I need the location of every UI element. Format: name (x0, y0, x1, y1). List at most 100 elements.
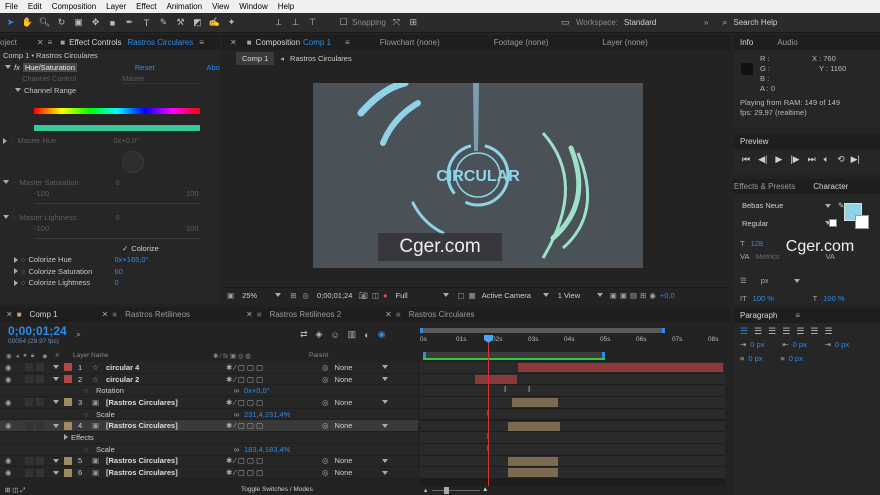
layer-tab[interactable]: Layer (none) (596, 38, 653, 47)
indent-left-value[interactable]: 0 px (750, 340, 782, 349)
link-icon[interactable]: ∞ (234, 445, 244, 454)
stopwatch-icon[interactable]: ◌ (10, 136, 14, 145)
effects-presets-tab[interactable]: Effects & Presets (734, 182, 801, 191)
first-frame-icon[interactable]: ⏮ (742, 154, 750, 165)
expand-icon[interactable] (64, 434, 68, 441)
timeline-zoom-slider[interactable] (432, 490, 480, 491)
footer-icons[interactable]: ⊞ ◫ ⤢ (5, 486, 25, 495)
stopwatch-icon[interactable]: ◌ (84, 445, 96, 454)
property-value[interactable]: 183,4,183,4% (244, 445, 290, 454)
resolution-select[interactable]: Full (396, 291, 440, 300)
lock-toggle[interactable] (36, 375, 44, 384)
parent-dropdown-icon[interactable] (381, 400, 388, 405)
space-before-value[interactable]: 0 px (748, 354, 780, 363)
stopwatch-icon[interactable]: ◌ (21, 278, 25, 287)
eye-icon[interactable]: ◉ (5, 363, 15, 372)
stroke-color-swatch[interactable] (855, 215, 869, 229)
font-family-select[interactable]: Bebas Neue (742, 201, 822, 210)
timeline-zoom-knob[interactable] (444, 487, 449, 494)
colorize-saturation-value[interactable]: 60 (114, 267, 122, 276)
expand-icon[interactable] (3, 180, 9, 185)
time-ruler[interactable]: 0s 01s 02s 03s 04s 05s 06s 07s 08s (420, 325, 725, 363)
dropdown-icon[interactable] (825, 203, 831, 208)
stopwatch-icon[interactable]: ◌ (21, 255, 25, 264)
eye-icon[interactable]: ◉ (5, 456, 15, 465)
stopwatch-icon[interactable]: ◌ (12, 213, 16, 222)
layer-switches[interactable]: ✱ ⁄ ▢ ▢ ▢ (226, 363, 322, 372)
layer-duration-bar[interactable] (508, 468, 558, 478)
master-lightness-value[interactable]: 0 (115, 213, 119, 222)
prev-frame-icon[interactable]: ◀| (758, 154, 767, 165)
layer-row[interactable]: ◉ 6 ▣ [Rastros Circulares] ✱ ⁄ ▢ ▢ ▢ ◎ None (0, 467, 418, 479)
view-layout-select[interactable]: 1 View (558, 291, 594, 300)
layer-row[interactable]: ◉ 2 ☆ circular 2 ✱ ⁄ ▢ ▢ ▢ ◎ None (0, 373, 418, 386)
menu-effect[interactable]: Effect (131, 2, 161, 11)
selection-tool-icon[interactable]: ➤ (4, 16, 17, 29)
layer-row[interactable]: ◉ 4 ▣ [Rastros Circulares] ✱ ⁄ ▢ ▢ ▢ ◎ None (0, 420, 418, 433)
expand-icon[interactable] (3, 137, 7, 144)
layer-name[interactable]: circular 4 (106, 363, 226, 372)
timeline-tab[interactable]: Rastros Circulares (405, 310, 479, 319)
property-value[interactable]: 0x+0,0° (244, 386, 270, 395)
colorize-checkbox[interactable]: ✓ (122, 244, 128, 253)
property-row[interactable]: ◌ Rotation ∞ 0x+0,0° (0, 385, 418, 398)
space-after-value[interactable]: 0 px (789, 354, 803, 363)
label-color-swatch[interactable] (64, 398, 72, 407)
font-style-select[interactable]: Regular (742, 219, 822, 228)
kerning-select[interactable]: Metrics (755, 252, 825, 261)
eye-icon[interactable]: ◉ (5, 398, 15, 407)
menu-icon[interactable]: ≡ (345, 38, 350, 47)
keyframe-marker[interactable]: I (504, 385, 506, 394)
reset-link[interactable]: Reset (135, 63, 155, 72)
colorize-hue-value[interactable]: 0x+165,0° (114, 255, 148, 264)
info-tab[interactable]: Info (734, 38, 759, 47)
layer-name[interactable]: [Rastros Circulares] (106, 421, 226, 430)
camera-tool-icon[interactable]: ▣ (72, 16, 85, 29)
eraser-tool-icon[interactable]: ◩ (191, 16, 204, 29)
last-frame-icon[interactable]: ⏭ (808, 154, 816, 165)
solo-toggle[interactable] (25, 456, 33, 465)
composition-tab[interactable]: Composition (252, 38, 303, 47)
audio-icon[interactable]: 🔈︎ (824, 154, 829, 165)
ram-preview-icon[interactable]: ▶| (851, 154, 860, 165)
shy-icon[interactable]: ☺ (330, 330, 339, 340)
justify-right-icon[interactable]: ☰ (810, 326, 818, 337)
layer-switches[interactable]: ✱ ⁄ ▢ ▢ ▢ (226, 421, 322, 430)
pickwhip-icon[interactable]: ◎ (322, 456, 329, 465)
lock-toggle[interactable] (36, 398, 44, 407)
expand-icon[interactable] (15, 88, 21, 93)
close-icon[interactable]: ✕ (385, 310, 392, 319)
zoom-in-icon[interactable]: ▲ (482, 486, 488, 493)
eye-icon[interactable]: ◉ (5, 375, 15, 384)
snapping-checkbox[interactable]: ☐ (337, 16, 350, 29)
snapshot-icon[interactable]: 📷︎ (358, 291, 368, 300)
parent-dropdown-icon[interactable] (381, 377, 388, 382)
timeline-tab[interactable]: Rastros Retilineos 2 (266, 310, 346, 319)
close-icon[interactable]: ✕ (230, 38, 237, 47)
rotate-tool-icon[interactable]: ↻ (55, 16, 68, 29)
justify-center-icon[interactable]: ☰ (796, 326, 804, 337)
playhead[interactable] (488, 335, 489, 487)
workspace-menu-icon[interactable]: » (704, 18, 708, 27)
axis-view-icon[interactable]: ⊤ (306, 16, 319, 29)
layer-duration-bar[interactable] (508, 421, 560, 431)
camera-select[interactable]: Active Camera (482, 291, 540, 300)
channel-icon[interactable]: ● (383, 291, 388, 300)
parent-dropdown-icon[interactable] (381, 423, 388, 428)
expand-icon[interactable] (14, 256, 18, 263)
pickwhip-icon[interactable]: ◎ (322, 375, 329, 384)
timeline-tab[interactable]: Rastros Retilineos (121, 310, 194, 319)
expand-icon[interactable] (3, 215, 9, 220)
label-color-swatch[interactable] (64, 456, 72, 465)
stopwatch-icon[interactable]: ◌ (84, 410, 96, 419)
solo-toggle[interactable] (25, 375, 33, 384)
timeline-tab[interactable]: Comp 1 (26, 310, 62, 319)
channel-control-select[interactable]: Master (122, 74, 200, 84)
composition-mini-flowchart-icon[interactable]: ⇄ (300, 329, 308, 340)
expand-icon[interactable] (53, 458, 59, 463)
align-center-icon[interactable]: ☰ (754, 326, 762, 337)
keyframe-marker[interactable]: I (528, 385, 530, 394)
motion-blur-icon[interactable]: ◐ (364, 330, 369, 340)
flowchart-tab[interactable]: Flowchart (none) (374, 38, 446, 47)
solo-toggle[interactable] (25, 421, 33, 430)
